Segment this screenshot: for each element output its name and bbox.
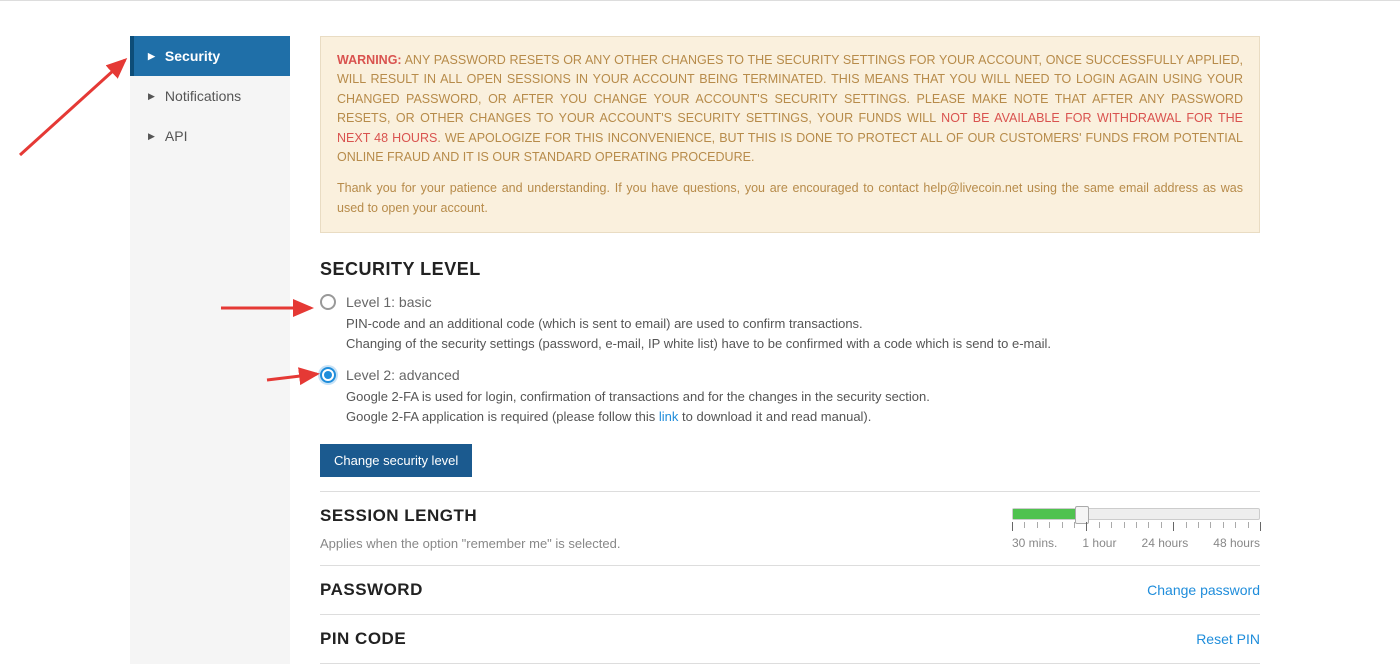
download-link[interactable]: link [659, 409, 679, 424]
sidebar: ▶ Security ▶ Notifications ▶ API [130, 36, 290, 664]
change-password-link[interactable]: Change password [1147, 582, 1260, 598]
chevron-right-icon: ▶ [148, 51, 155, 62]
slider-ticks [1012, 522, 1260, 532]
slider-label-24h: 24 hours [1142, 536, 1189, 550]
sidebar-item-security[interactable]: ▶ Security [130, 36, 290, 76]
level-2-desc-1: Google 2-FA is used for login, confirmat… [346, 387, 1260, 407]
session-length-slider[interactable]: 30 mins. 1 hour 24 hours 48 hours [1012, 506, 1260, 550]
slider-label-48h: 48 hours [1213, 536, 1260, 550]
sidebar-item-api[interactable]: ▶ API [130, 116, 290, 156]
radio-level-2[interactable] [320, 367, 336, 383]
pincode-title: PIN CODE [320, 629, 406, 649]
session-length-title: SESSION LENGTH [320, 506, 620, 526]
security-level-2: Level 2: advanced Google 2-FA is used fo… [320, 367, 1260, 426]
password-title: PASSWORD [320, 580, 423, 600]
slider-label-30m: 30 mins. [1012, 536, 1057, 550]
radio-level-1-label: Level 1: basic [346, 294, 432, 310]
sidebar-item-label: API [165, 128, 188, 144]
warning-prefix: WARNING: [337, 53, 402, 67]
level-2-desc-2: Google 2-FA application is required (ple… [346, 407, 1260, 427]
warning-box: WARNING: ANY PASSWORD RESETS OR ANY OTHE… [320, 36, 1260, 233]
sidebar-item-notifications[interactable]: ▶ Notifications [130, 76, 290, 116]
sidebar-item-label: Notifications [165, 88, 241, 104]
radio-level-2-label: Level 2: advanced [346, 367, 460, 383]
security-level-title: SECURITY LEVEL [320, 259, 1260, 280]
level-1-desc-1: PIN-code and an additional code (which i… [346, 314, 1260, 334]
slider-label-1h: 1 hour [1082, 536, 1116, 550]
radio-level-1[interactable] [320, 294, 336, 310]
sidebar-item-label: Security [165, 48, 220, 64]
session-length-sub: Applies when the option "remember me" is… [320, 536, 620, 551]
security-level-1: Level 1: basic PIN-code and an additiona… [320, 294, 1260, 353]
level-1-desc-2: Changing of the security settings (passw… [346, 334, 1260, 354]
chevron-right-icon: ▶ [148, 131, 155, 142]
pincode-section: PIN CODE Reset PIN [320, 615, 1260, 664]
change-security-level-button[interactable]: Change security level [320, 444, 472, 477]
warning-text-2: . WE APOLOGIZE FOR THIS INCONVENIENCE, B… [337, 131, 1243, 164]
session-length-section: SESSION LENGTH Applies when the option "… [320, 492, 1260, 566]
password-section: PASSWORD Change password [320, 566, 1260, 615]
chevron-right-icon: ▶ [148, 91, 155, 102]
main-content: WARNING: ANY PASSWORD RESETS OR ANY OTHE… [320, 36, 1260, 664]
reset-pin-link[interactable]: Reset PIN [1196, 631, 1260, 647]
warning-thanks: Thank you for your patience and understa… [337, 179, 1243, 218]
